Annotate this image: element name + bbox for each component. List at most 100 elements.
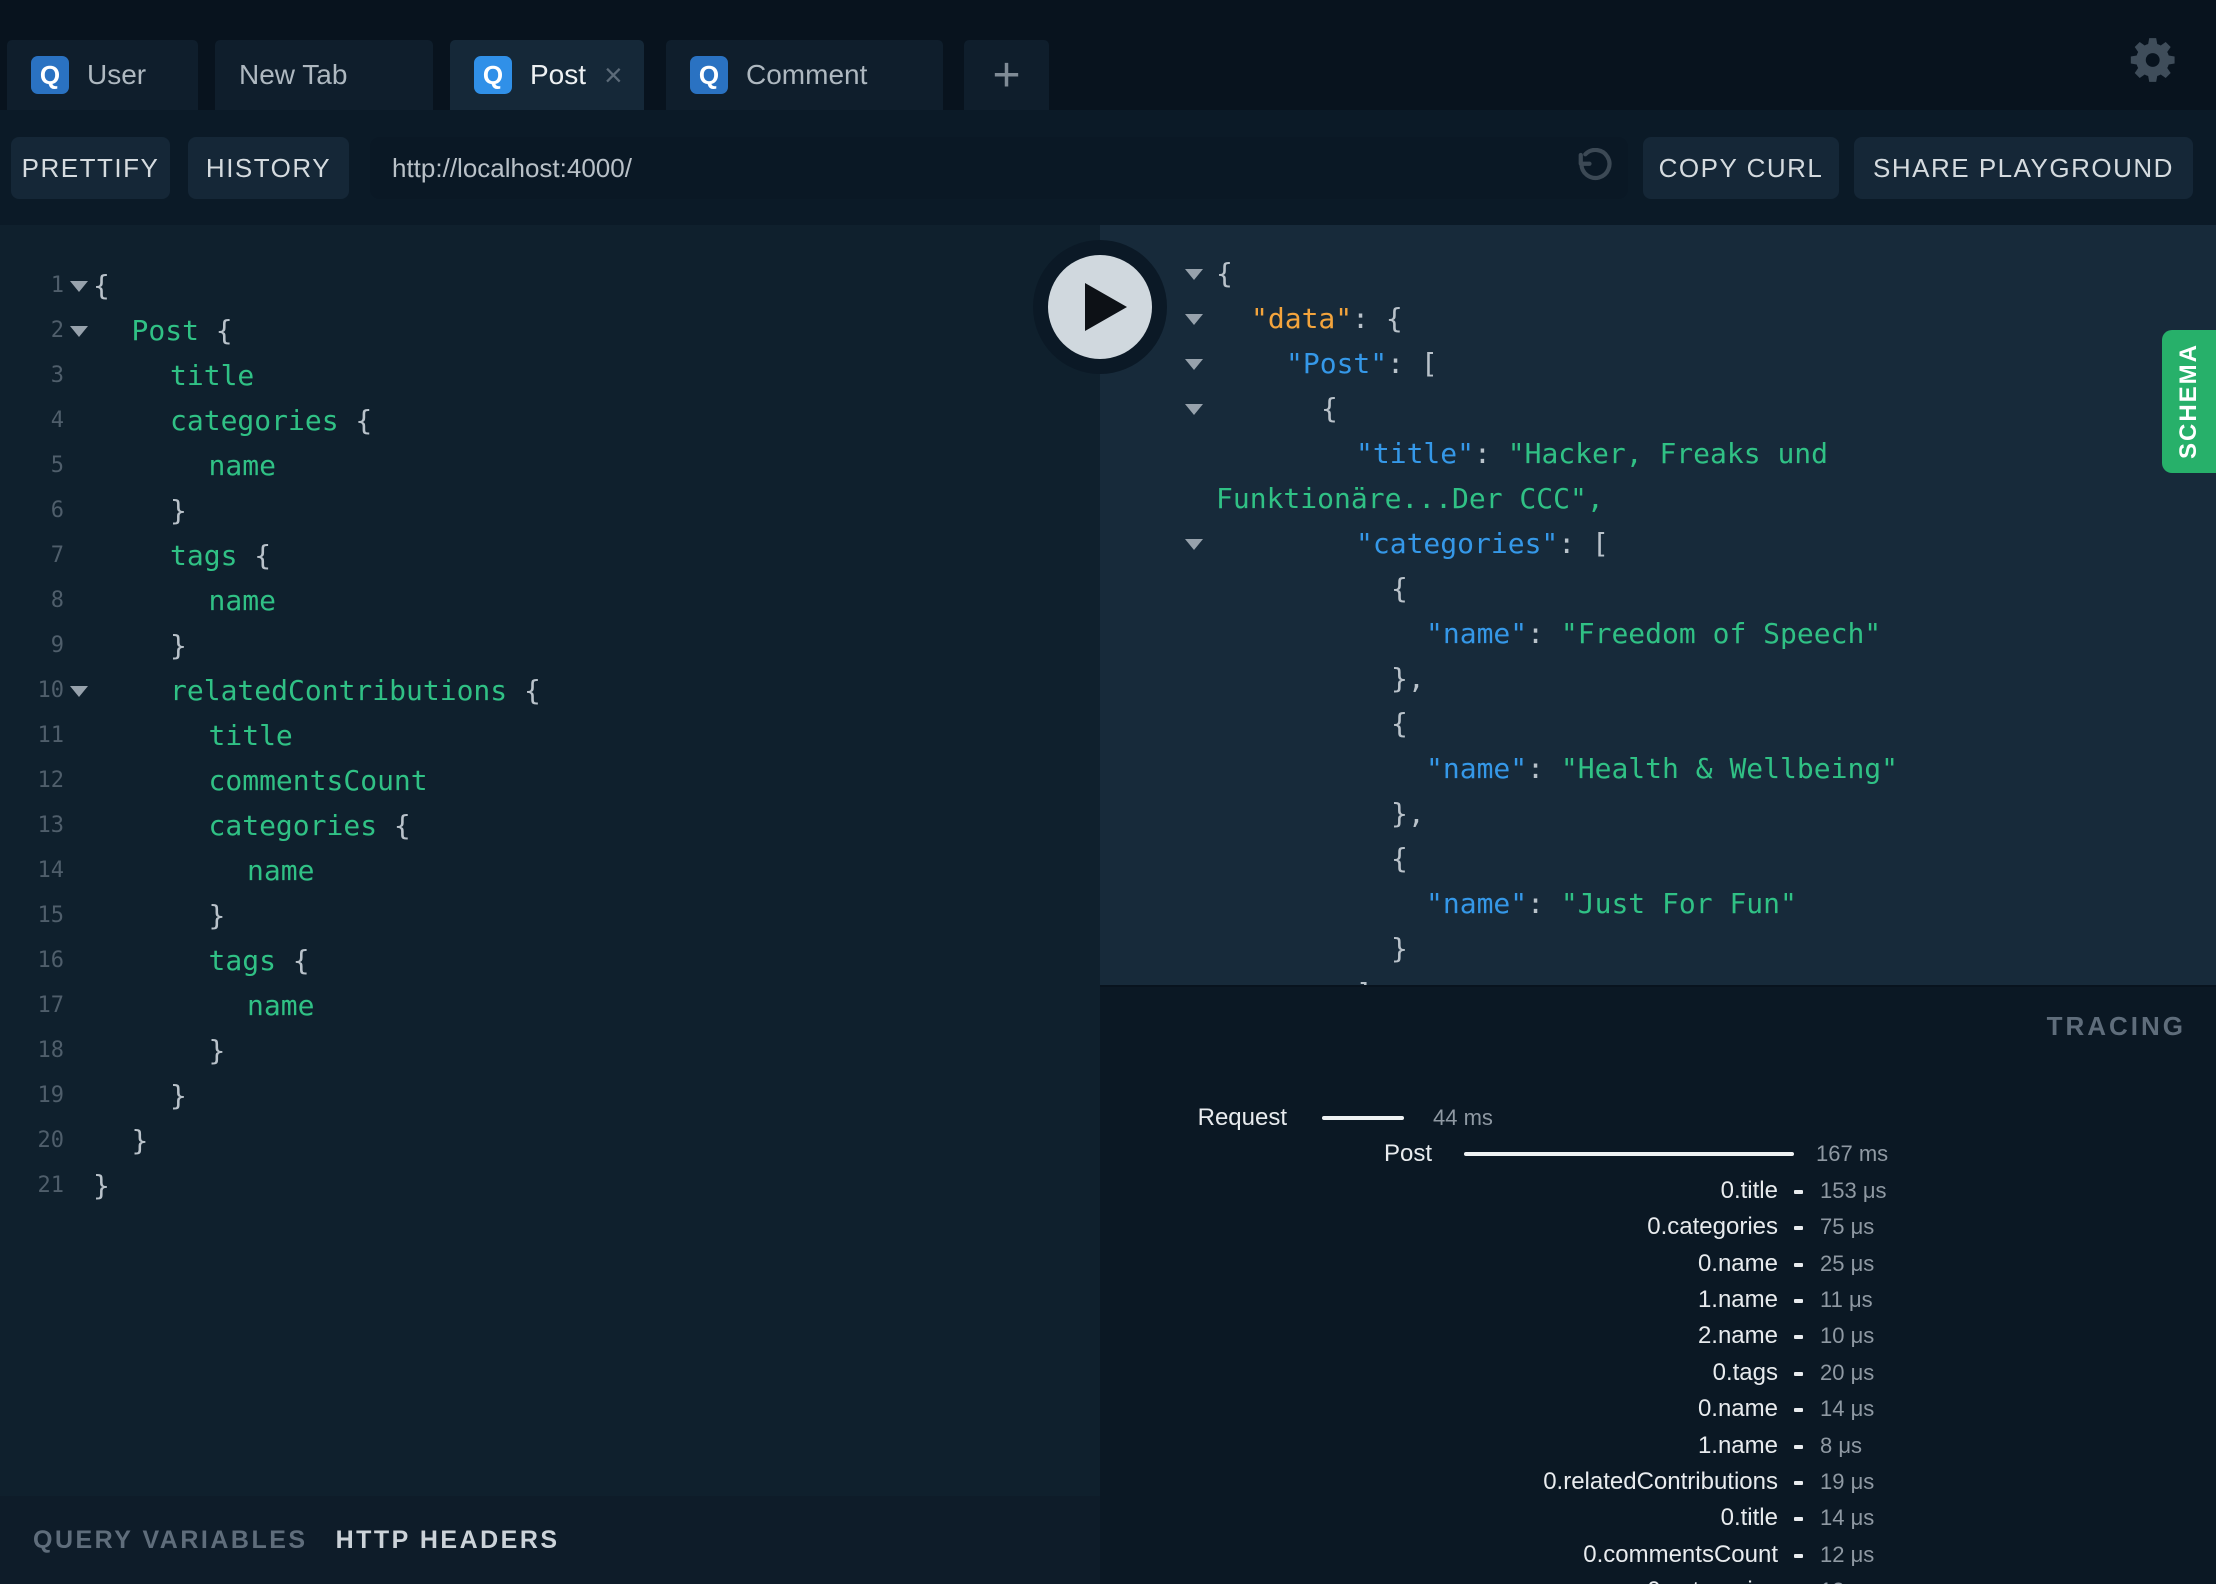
query-line: 16 tags {: [0, 938, 1100, 983]
trace-row: 0.tags 20 μs: [1100, 1355, 2216, 1391]
query-line: 1{: [0, 263, 1100, 308]
line-number: 4: [50, 408, 64, 433]
share-playground-button[interactable]: SHARE PLAYGROUND: [1854, 137, 2193, 199]
code-text: },: [1391, 797, 1425, 830]
line-number: 6: [50, 498, 64, 523]
response-line: ]: [1100, 971, 2216, 985]
line-number: 17: [37, 993, 65, 1018]
fold-arrow-icon[interactable]: [70, 326, 88, 337]
query-variables-tab[interactable]: QUERY VARIABLES: [33, 1526, 308, 1555]
trace-label: 0.categories: [1647, 1573, 1778, 1584]
code-text: }: [93, 1169, 110, 1202]
trace-duration-bar: [1464, 1152, 1794, 1157]
schema-side-tab[interactable]: SCHEMA: [2162, 330, 2216, 473]
fold-arrow-icon[interactable]: [1185, 314, 1203, 325]
fold-arrow-icon[interactable]: [1185, 539, 1203, 550]
trace-duration-dash: [1794, 1408, 1803, 1413]
query-editor[interactable]: 1{2 Post {3 title 4 categories {5 name 6} 7 tags…: [0, 225, 1100, 1496]
reset-endpoint-icon[interactable]: [1572, 147, 1614, 190]
trace-label: 0.title: [1720, 1176, 1778, 1204]
tab-bar: Q User New Tab Q Post × Q Comment +: [0, 0, 2216, 110]
query-line: 20}: [0, 1118, 1100, 1163]
query-line: 3 title: [0, 353, 1100, 398]
trace-duration-dash: [1794, 1226, 1803, 1231]
trace-duration-value: 75 μs: [1820, 1214, 1875, 1240]
fold-arrow-icon[interactable]: [1185, 359, 1203, 370]
settings-gear-icon[interactable]: [2128, 34, 2180, 86]
line-number: 3: [50, 363, 64, 388]
execute-query-button[interactable]: [1033, 240, 1167, 374]
response-line: {: [1100, 251, 2216, 296]
http-headers-tab[interactable]: HTTP HEADERS: [336, 1526, 560, 1555]
code-text: {: [1216, 257, 1233, 290]
copy-curl-button[interactable]: COPY CURL: [1643, 137, 1839, 199]
tracing-title: TRACING: [2046, 1011, 2186, 1041]
code-text: "Post": [: [1286, 347, 1438, 380]
trace-row: Post 167 ms: [1100, 1136, 2216, 1172]
tab-new-tab[interactable]: New Tab: [215, 40, 433, 110]
fold-arrow-icon[interactable]: [1185, 269, 1203, 280]
trace-label: 1.name: [1697, 1431, 1778, 1459]
trace-row: 1.name 11 μs: [1100, 1282, 2216, 1318]
fold-arrow-icon[interactable]: [70, 281, 88, 292]
code-text: commentsCount: [208, 764, 428, 797]
query-line: 12 commentsCount: [0, 758, 1100, 803]
query-badge: Q: [31, 56, 69, 94]
trace-row: 2.name 10 μs: [1100, 1318, 2216, 1354]
code-text: {: [1391, 572, 1408, 605]
line-number: 10: [37, 678, 65, 703]
response-line: "categories": [: [1100, 521, 2216, 566]
query-badge: Q: [474, 56, 512, 94]
code-text: }: [1391, 932, 1408, 965]
trace-duration-value: 13 μs: [1820, 1573, 1874, 1584]
endpoint-url-input[interactable]: [370, 137, 1628, 199]
response-line: }: [1100, 926, 2216, 971]
code-text: name: [247, 854, 315, 887]
code-text: {: [93, 269, 110, 302]
response-line: {: [1100, 566, 2216, 611]
trace-row: 0.title 14 μs: [1100, 1500, 2216, 1536]
query-line: 8 name: [0, 578, 1100, 623]
trace-label: 0.title: [1720, 1504, 1778, 1532]
trace-row: 0.categories 13 μs: [1100, 1573, 2216, 1584]
query-line: 5 name: [0, 443, 1100, 488]
response-pane: {"data": {"Post": [{"title": "Hacker, Fr…: [1100, 225, 2216, 985]
close-tab-icon[interactable]: ×: [604, 59, 623, 91]
trace-duration-value: 44 ms: [1433, 1105, 1493, 1130]
code-text: categories {: [208, 809, 411, 842]
query-line: 15}: [0, 893, 1100, 938]
code-text: name: [247, 989, 315, 1022]
trace-duration-value: 167 ms: [1816, 1141, 1889, 1167]
trace-row: 0.name 14 μs: [1100, 1391, 2216, 1427]
trace-label: 0.name: [1697, 1395, 1778, 1423]
trace-label: Request: [1197, 1104, 1287, 1131]
trace-duration-dash: [1794, 1480, 1803, 1485]
trace-duration-value: 8 μs: [1820, 1432, 1863, 1458]
history-button[interactable]: HISTORY: [188, 137, 349, 199]
tab-user[interactable]: Q User: [7, 40, 198, 110]
query-line: 9}: [0, 623, 1100, 668]
tab-label: Post: [530, 59, 587, 90]
schema-label: SCHEMA: [2175, 343, 2202, 460]
code-text: "data": {: [1251, 302, 1403, 335]
trace-duration-dash: [1794, 1262, 1803, 1267]
fold-arrow-icon[interactable]: [1185, 404, 1203, 415]
query-line: 10 relatedContributions {: [0, 668, 1100, 713]
code-text: }: [131, 1124, 149, 1157]
trace-duration-bar: [1322, 1116, 1404, 1120]
editor-footer-bar: QUERY VARIABLES HTTP HEADERS: [0, 1496, 1100, 1584]
response-line: "name": "Just For Fun": [1100, 881, 2216, 926]
response-line: Funktionäre...Der CCC",: [1100, 476, 2216, 521]
query-line: 17 name: [0, 983, 1100, 1028]
tab-post[interactable]: Q Post ×: [450, 40, 644, 110]
trace-label: 2.name: [1697, 1322, 1778, 1350]
new-tab-button[interactable]: +: [964, 40, 1049, 110]
line-number: 13: [37, 813, 65, 838]
query-line: 21}: [0, 1163, 1100, 1208]
trace-duration-dash: [1794, 1189, 1803, 1194]
prettify-button[interactable]: PRETTIFY: [11, 137, 170, 199]
trace-duration-value: 25 μs: [1820, 1250, 1875, 1276]
tab-comment[interactable]: Q Comment: [666, 40, 943, 110]
fold-arrow-icon[interactable]: [70, 686, 88, 697]
trace-label: 0.categories: [1647, 1213, 1778, 1241]
